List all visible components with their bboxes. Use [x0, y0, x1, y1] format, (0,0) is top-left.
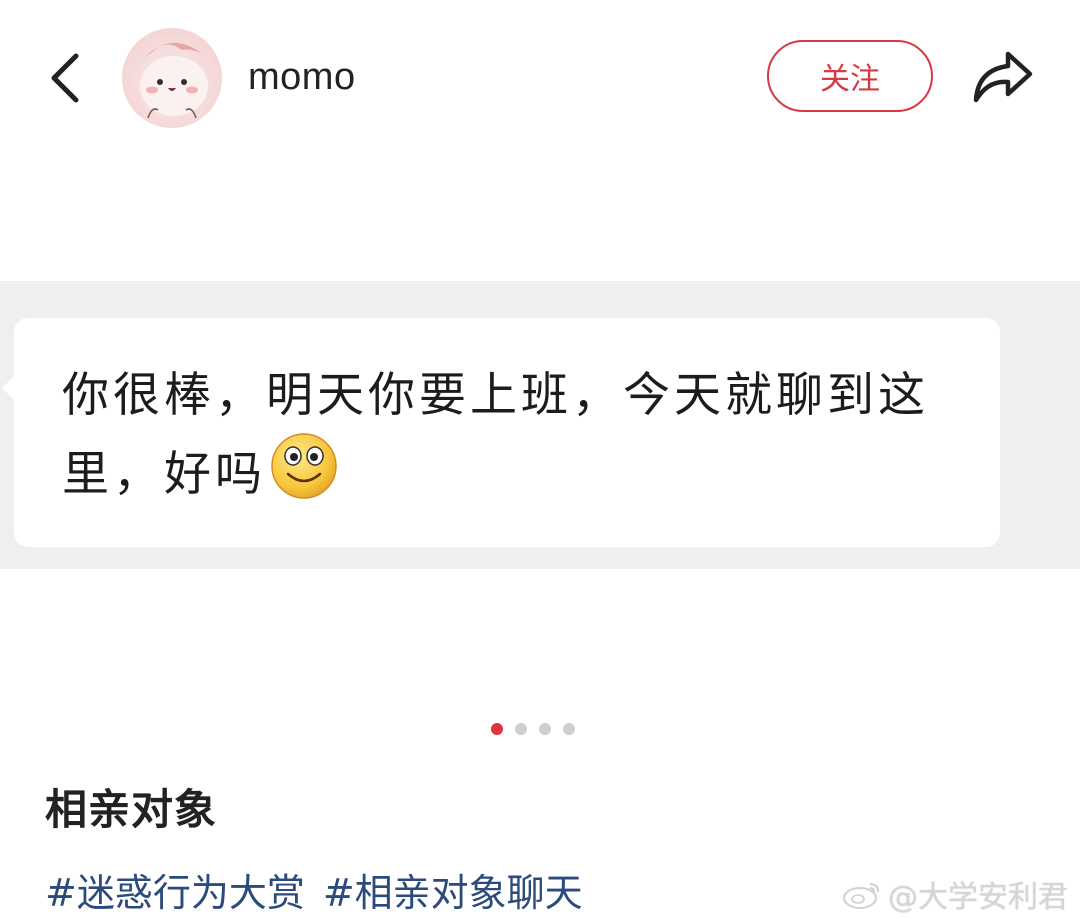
watermark: @大学安利君: [842, 872, 1068, 916]
post-title: 相亲对象: [45, 785, 218, 834]
carousel-dot-3[interactable]: [539, 723, 551, 735]
tag-link[interactable]: #相亲对象聊天: [323, 862, 583, 917]
avatar-image: [122, 28, 222, 128]
share-button[interactable]: [968, 44, 1038, 108]
username[interactable]: momo: [248, 56, 356, 99]
share-icon: [973, 51, 1033, 103]
carousel-pagination: [491, 723, 575, 735]
post-detail-page: momo 关注 你很棒，明天你要上班，今天就聊到这里，好吗 相亲对象 #迷惑行为…: [0, 0, 1080, 919]
watermark-text: @大学安利君: [888, 880, 1068, 915]
smiley-emoji-icon: [270, 432, 338, 500]
carousel-dot-1[interactable]: [491, 723, 503, 735]
weibo-logo-icon: [843, 883, 879, 909]
back-button[interactable]: [40, 46, 92, 110]
chat-bubble: 你很棒，明天你要上班，今天就聊到这里，好吗: [2, 318, 1000, 547]
chat-bubble-tail: [2, 376, 14, 400]
carousel-dot-2[interactable]: [515, 723, 527, 735]
carousel-dot-4[interactable]: [563, 723, 575, 735]
avatar[interactable]: [122, 28, 222, 128]
chat-message-text: 你很棒，明天你要上班，今天就聊到这里，好吗: [62, 368, 929, 502]
header: momo 关注: [0, 0, 1080, 150]
tag-link[interactable]: #迷惑行为大赏: [45, 862, 305, 917]
post-tags: #迷惑行为大赏 #相亲对象聊天: [45, 862, 583, 917]
follow-button[interactable]: 关注: [767, 40, 933, 112]
post-image[interactable]: 你很棒，明天你要上班，今天就聊到这里，好吗: [0, 281, 1080, 569]
chevron-left-icon: [51, 53, 79, 103]
